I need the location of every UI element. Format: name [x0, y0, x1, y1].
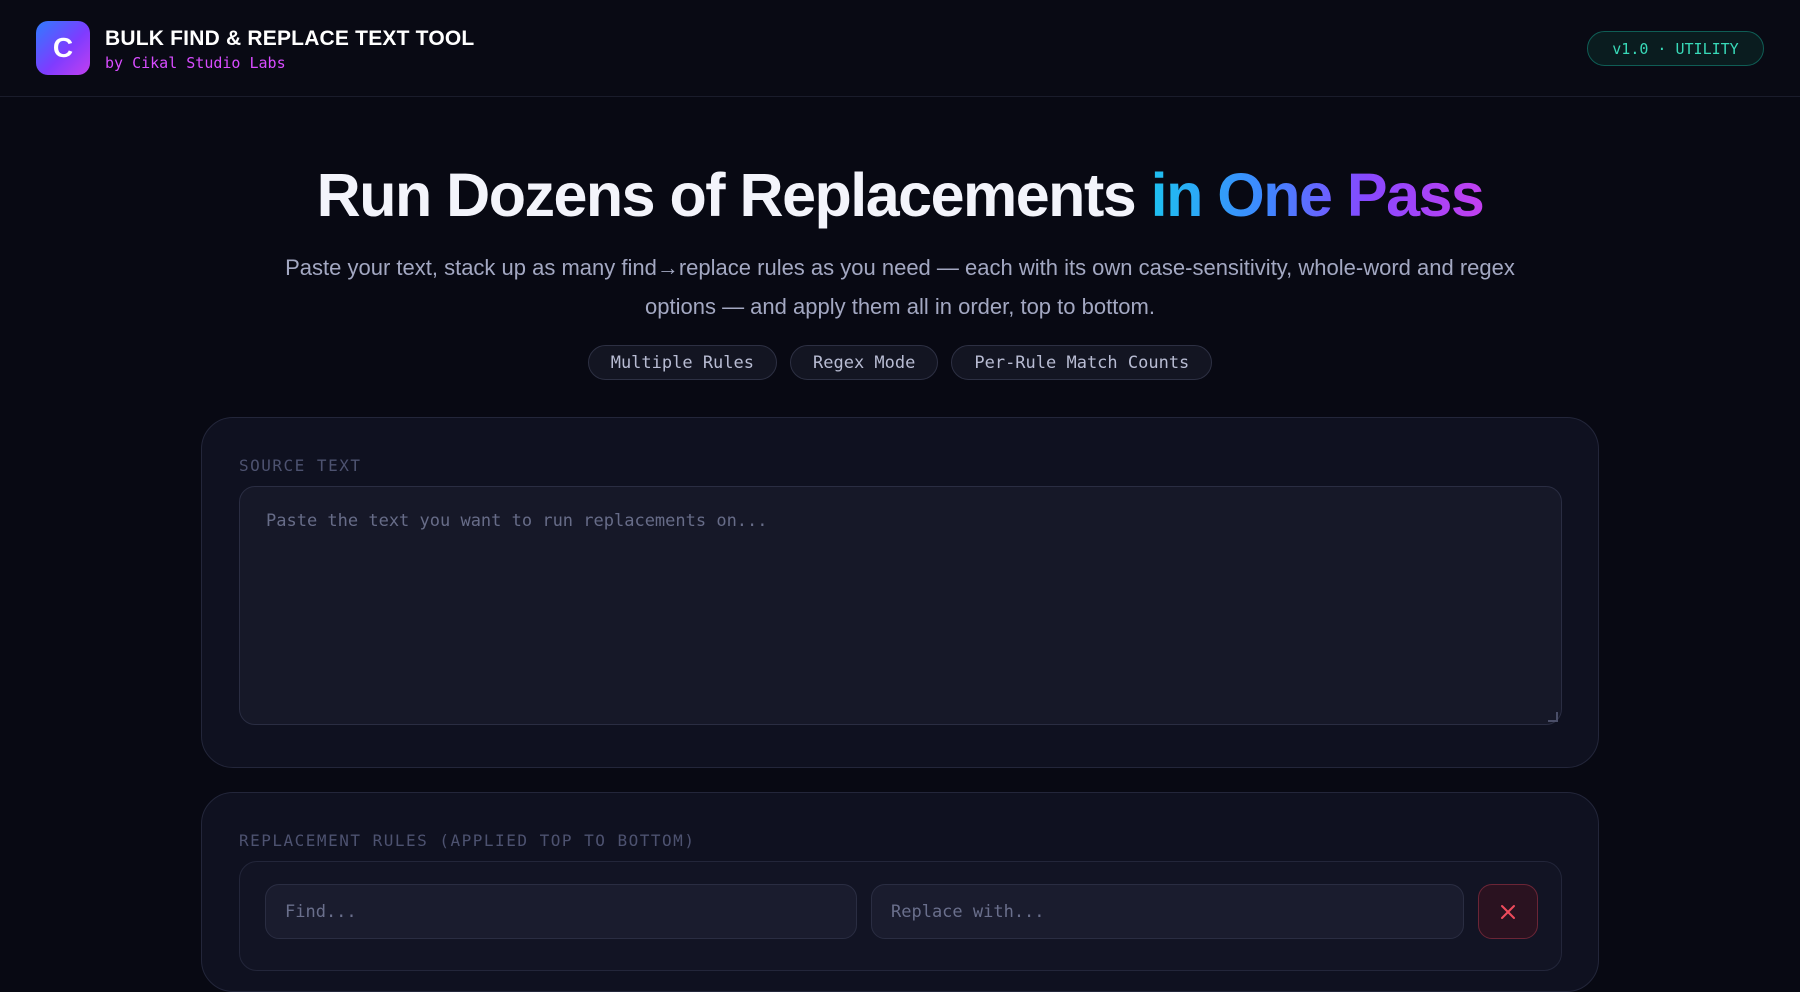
hero-description: Paste your text, stack up as many find→r…: [285, 255, 1515, 319]
hero-title: Run Dozens of Replacements in One Pass: [0, 160, 1800, 230]
rules-label: REPLACEMENT RULES (APPLIED TOP TO BOTTOM…: [239, 831, 696, 850]
remove-rule-button[interactable]: [1478, 884, 1538, 939]
feature-chip: Per-Rule Match Counts: [951, 345, 1213, 380]
version-badge: v1.0 · UTILITY: [1587, 31, 1764, 66]
app-title: BULK FIND & REPLACE TEXT TOOL: [105, 27, 475, 50]
source-text-input[interactable]: [239, 486, 1562, 725]
rule-row: [239, 861, 1562, 971]
app-subtitle: by Cikal Studio Labs: [105, 54, 286, 72]
replacement-rules-card: REPLACEMENT RULES (APPLIED TOP TO BOTTOM…: [201, 792, 1599, 992]
hero-title-plain: Run Dozens of Replacements: [316, 161, 1151, 229]
hero-title-highlight: in One Pass: [1150, 161, 1485, 229]
feature-chips: Multiple Rules Regex Mode Per-Rule Match…: [0, 345, 1800, 380]
source-text-label: SOURCE TEXT: [239, 456, 362, 475]
resize-handle-icon[interactable]: [1548, 712, 1558, 722]
find-input[interactable]: [265, 884, 857, 939]
replace-input[interactable]: [871, 884, 1464, 939]
logo-letter: C: [52, 32, 74, 63]
feature-chip: Regex Mode: [790, 345, 939, 380]
feature-chip: Multiple Rules: [587, 345, 777, 380]
top-bar: C BULK FIND & REPLACE TEXT TOOL by Cikal…: [0, 0, 1800, 97]
source-text-card: SOURCE TEXT: [201, 417, 1599, 768]
close-icon: [1501, 904, 1515, 919]
app-logo: C: [36, 21, 90, 75]
